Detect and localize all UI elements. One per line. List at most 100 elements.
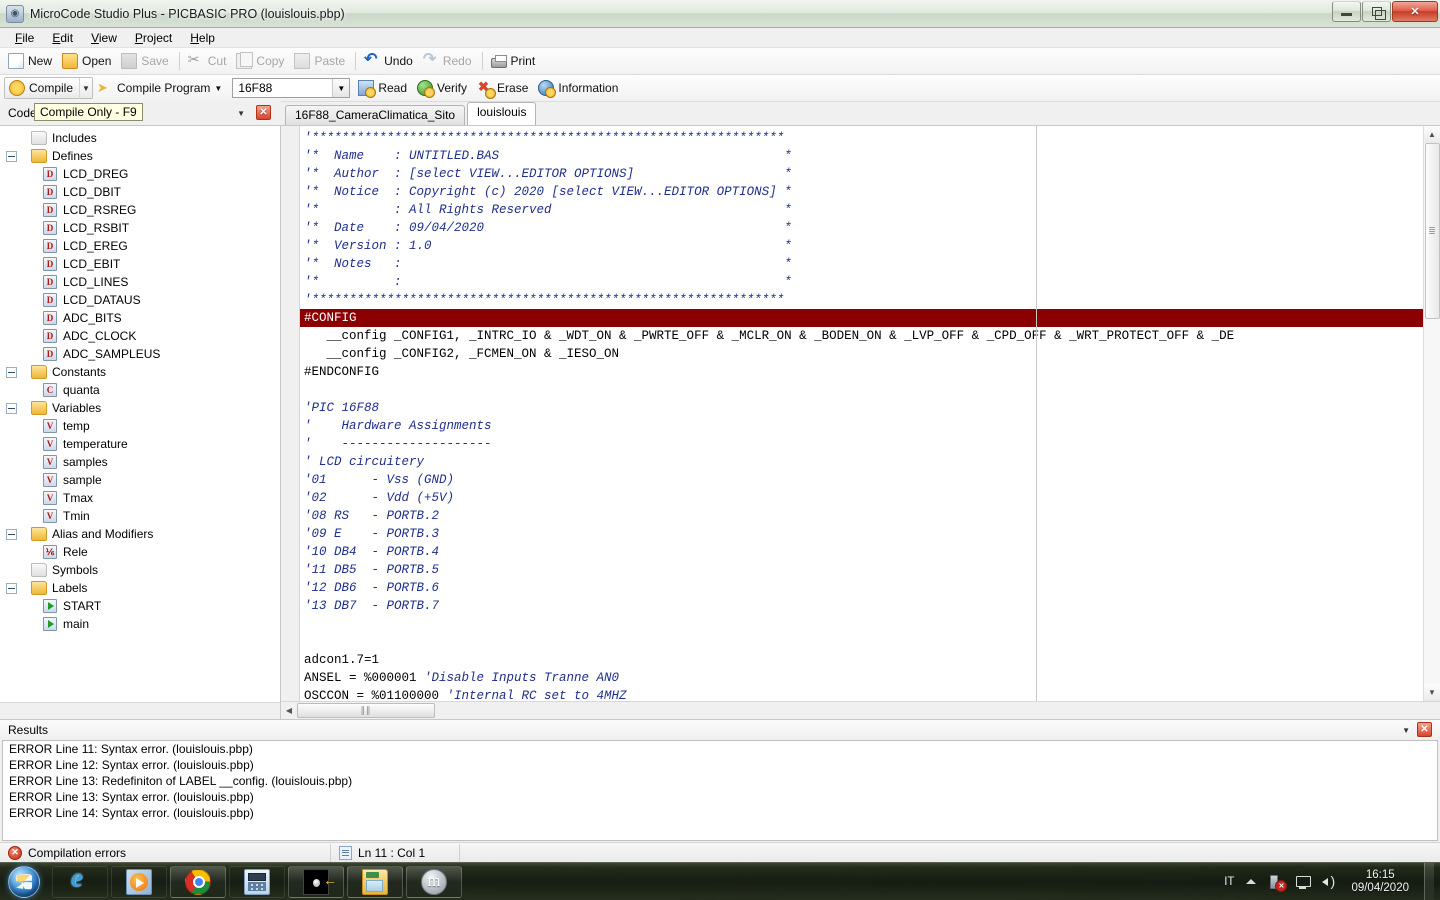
taskbar-calculator[interactable] xyxy=(229,866,285,898)
code-text-area[interactable]: '***************************************… xyxy=(300,126,1423,701)
device-select[interactable]: 16F88 ▼ xyxy=(232,78,350,98)
tab-louislouis[interactable]: louislouis xyxy=(467,102,536,125)
undo-button[interactable]: Undo xyxy=(360,50,419,73)
tree-item-start[interactable]: START xyxy=(0,597,280,615)
vertical-scroll-thumb[interactable]: ≣ xyxy=(1425,143,1440,319)
taskbar-windows-explorer[interactable] xyxy=(347,866,403,898)
menu-item-edit[interactable]: Edit xyxy=(43,29,82,47)
read-button[interactable]: Read xyxy=(354,77,413,100)
scroll-up-arrow-icon[interactable]: ▲ xyxy=(1424,126,1440,143)
tree-expander-labels[interactable] xyxy=(6,583,17,594)
close-button[interactable]: ✕ xyxy=(1392,1,1438,22)
information-button[interactable]: Information xyxy=(534,77,624,100)
tree-item-alias-and-modifiers[interactable]: Alias and Modifiers xyxy=(0,525,280,543)
tree-item-variables[interactable]: Variables xyxy=(0,399,280,417)
save-button[interactable]: Save xyxy=(117,50,174,73)
tree-expander-alias[interactable] xyxy=(6,529,17,540)
redo-button[interactable]: Redo xyxy=(419,50,478,73)
tree-item-adc-sampleus[interactable]: DADC_SAMPLEUS xyxy=(0,345,280,363)
copy-button[interactable]: Copy xyxy=(232,50,290,73)
results-line[interactable]: ERROR Line 12: Syntax error. (louislouis… xyxy=(3,758,1437,774)
compile-dropdown-arrow[interactable]: ▼ xyxy=(79,78,92,99)
menu-item-view[interactable]: View xyxy=(82,29,126,47)
new-button[interactable]: New xyxy=(4,50,58,73)
code-explorer-close-button[interactable]: ✕ xyxy=(256,105,271,120)
tree-item-lcd-dbit[interactable]: DLCD_DBIT xyxy=(0,183,280,201)
horizontal-scroll-thumb[interactable]: ∥∥ xyxy=(297,703,435,718)
tree-item-main[interactable]: main xyxy=(0,615,280,633)
compile-program-button[interactable]: Compile Program ▼ xyxy=(93,77,228,100)
chrome-icon xyxy=(185,869,211,895)
device-select-arrow[interactable]: ▼ xyxy=(332,79,349,97)
tree-item-lcd-rsreg[interactable]: DLCD_RSREG xyxy=(0,201,280,219)
menu-item-help[interactable]: Help xyxy=(181,29,224,47)
taskbar-google-chrome[interactable] xyxy=(170,866,226,898)
results-line[interactable]: ERROR Line 14: Syntax error. (louislouis… xyxy=(3,806,1437,822)
tree-item-lcd-ereg[interactable]: DLCD_EREG xyxy=(0,237,280,255)
results-line[interactable]: ERROR Line 13: Syntax error. (louislouis… xyxy=(3,790,1437,806)
tree-item-lcd-rsbit[interactable]: DLCD_RSBIT xyxy=(0,219,280,237)
tree-item-rele[interactable]: ⅙Rele xyxy=(0,543,280,561)
results-close-button[interactable]: ✕ xyxy=(1417,722,1432,737)
tree-item-adc-clock[interactable]: DADC_CLOCK xyxy=(0,327,280,345)
taskbar-pic-programmer[interactable] xyxy=(288,866,344,898)
tree-item-lcd-dreg[interactable]: DLCD_DREG xyxy=(0,165,280,183)
minimize-button[interactable] xyxy=(1332,1,1361,22)
editor-horizontal-scrollbar[interactable]: ◀ ∥∥ xyxy=(281,701,1440,719)
start-button[interactable] xyxy=(2,865,46,899)
code-explorer-dropdown-arrow[interactable]: ▼ xyxy=(237,109,245,118)
tree-item-lcd-ebit[interactable]: DLCD_EBIT xyxy=(0,255,280,273)
code-explorer-horizontal-scrollbar[interactable] xyxy=(0,702,280,719)
results-line[interactable]: ERROR Line 11: Syntax error. (louislouis… xyxy=(3,742,1437,758)
tab-16f88-cameraclimatica-sito[interactable]: 16F88_CameraClimatica_Sito xyxy=(285,105,465,125)
editor-vertical-scrollbar[interactable]: ▲ ≣ ▼ xyxy=(1423,126,1440,701)
menu-item-project[interactable]: Project xyxy=(126,29,181,47)
tree-item-labels[interactable]: Labels xyxy=(0,579,280,597)
network-disconnected-icon[interactable] xyxy=(1269,873,1286,890)
compile-button-inner[interactable]: Compile xyxy=(5,77,79,100)
tree-item-sample[interactable]: Vsample xyxy=(0,471,280,489)
tree-expander-defines[interactable] xyxy=(6,151,17,162)
results-line[interactable]: ERROR Line 13: Redefiniton of LABEL __co… xyxy=(3,774,1437,790)
scroll-down-arrow-icon[interactable]: ▼ xyxy=(1424,684,1440,701)
language-indicator[interactable]: IT xyxy=(1224,876,1234,888)
open-button[interactable]: Open xyxy=(58,50,117,73)
compile-program-dropdown-arrow[interactable]: ▼ xyxy=(214,84,222,93)
tree-expander-constants[interactable] xyxy=(6,367,17,378)
results-dropdown-arrow[interactable]: ▼ xyxy=(1402,726,1410,735)
taskbar-windows-media-player[interactable] xyxy=(111,866,167,898)
tree-item-tmax[interactable]: VTmax xyxy=(0,489,280,507)
taskbar-microcode-studio[interactable] xyxy=(406,866,462,898)
code-explorer-tree[interactable]: Includes Defines DLCD_DREG DLCD_DBIT DLC… xyxy=(0,126,280,702)
paste-button[interactable]: Paste xyxy=(290,50,351,73)
tree-item-lcd-lines[interactable]: DLCD_LINES xyxy=(0,273,280,291)
tree-item-defines[interactable]: Defines xyxy=(0,147,280,165)
tree-item-temp[interactable]: Vtemp xyxy=(0,417,280,435)
erase-button[interactable]: Erase xyxy=(473,77,534,100)
maximize-button[interactable] xyxy=(1362,1,1391,22)
cut-button[interactable]: Cut xyxy=(184,50,233,73)
clock[interactable]: 16:15 09/04/2020 xyxy=(1347,869,1413,895)
tree-item-tmin[interactable]: VTmin xyxy=(0,507,280,525)
taskbar-internet-explorer[interactable] xyxy=(52,866,108,898)
verify-button[interactable]: Verify xyxy=(413,77,473,100)
tree-expander-variables[interactable] xyxy=(6,403,17,414)
show-hidden-icons-icon[interactable] xyxy=(1243,873,1260,890)
tree-item-temperature[interactable]: Vtemperature xyxy=(0,435,280,453)
results-list[interactable]: ERROR Line 11: Syntax error. (louislouis… xyxy=(2,740,1438,841)
tree-item-constants[interactable]: Constants xyxy=(0,363,280,381)
tree-item-symbols[interactable]: Symbols xyxy=(0,561,280,579)
tree-item-label: Alias and Modifiers xyxy=(52,527,153,541)
tree-item-samples[interactable]: Vsamples xyxy=(0,453,280,471)
compile-button[interactable]: Compile ▼ xyxy=(4,77,93,99)
volume-icon[interactable] xyxy=(1321,873,1338,890)
menu-item-file[interactable]: File xyxy=(6,29,43,47)
tree-item-quanta[interactable]: Cquanta xyxy=(0,381,280,399)
show-desktop-button[interactable] xyxy=(1424,863,1434,900)
tree-item-lcd-dataus[interactable]: DLCD_DATAUS xyxy=(0,291,280,309)
scroll-left-arrow-icon[interactable]: ◀ xyxy=(281,703,297,719)
tree-item-includes[interactable]: Includes xyxy=(0,129,280,147)
tree-item-adc-bits[interactable]: DADC_BITS xyxy=(0,309,280,327)
print-button[interactable]: Print xyxy=(487,50,542,73)
display-icon[interactable] xyxy=(1295,873,1312,890)
